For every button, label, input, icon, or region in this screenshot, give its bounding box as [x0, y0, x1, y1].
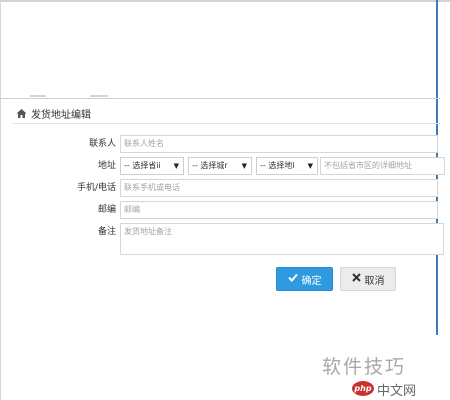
district-select[interactable]: -- 选择地l ▼	[256, 157, 318, 175]
watermark-text: 软件技巧	[322, 356, 407, 378]
remark-label: 备注	[97, 227, 116, 237]
zipcode-input[interactable]: 邮编	[120, 201, 438, 219]
city-select[interactable]: -- 选择城r ▼	[188, 157, 252, 175]
cancel-button[interactable]: 取消	[340, 267, 396, 291]
check-icon	[287, 273, 298, 285]
contact-label: 联系人	[88, 139, 116, 149]
chevron-down-icon: ▼	[307, 162, 313, 170]
home-icon	[16, 108, 27, 119]
header-divider	[12, 123, 440, 124]
city-select-value: -- 选择城r	[192, 161, 228, 170]
phone-label: 手机/电话	[76, 183, 116, 193]
province-select-value: -- 选择省ii	[124, 161, 161, 170]
window-frame	[0, 0, 450, 400]
background-divider	[30, 95, 150, 97]
confirm-button-label: 确定	[301, 275, 322, 287]
contact-input[interactable]: 联系人姓名	[120, 135, 438, 153]
address-detail-input[interactable]: 不包括省市区的详细地址	[320, 157, 445, 175]
cancel-button-label: 取消	[364, 275, 385, 287]
php-logo: php	[352, 381, 374, 396]
close-icon	[351, 273, 361, 285]
dialog-title: 发货地址编辑	[31, 109, 91, 121]
top-rule	[0, 0, 450, 2]
remark-textarea[interactable]: 发货地址备注	[120, 223, 444, 255]
zipcode-label: 邮编	[97, 205, 116, 215]
confirm-button[interactable]: 确定	[276, 267, 333, 291]
dialog-top-border	[0, 98, 440, 99]
chevron-down-icon: ▼	[241, 162, 247, 170]
district-select-value: -- 选择地l	[260, 161, 295, 170]
phone-input[interactable]: 联系手机或电话	[120, 179, 438, 197]
address-label: 地址	[97, 161, 116, 171]
chevron-down-icon: ▼	[173, 162, 179, 170]
dialog-header: 发货地址编辑	[16, 106, 91, 121]
watermark-site: 中文网	[377, 384, 417, 399]
province-select[interactable]: -- 选择省ii ▼	[120, 157, 184, 175]
